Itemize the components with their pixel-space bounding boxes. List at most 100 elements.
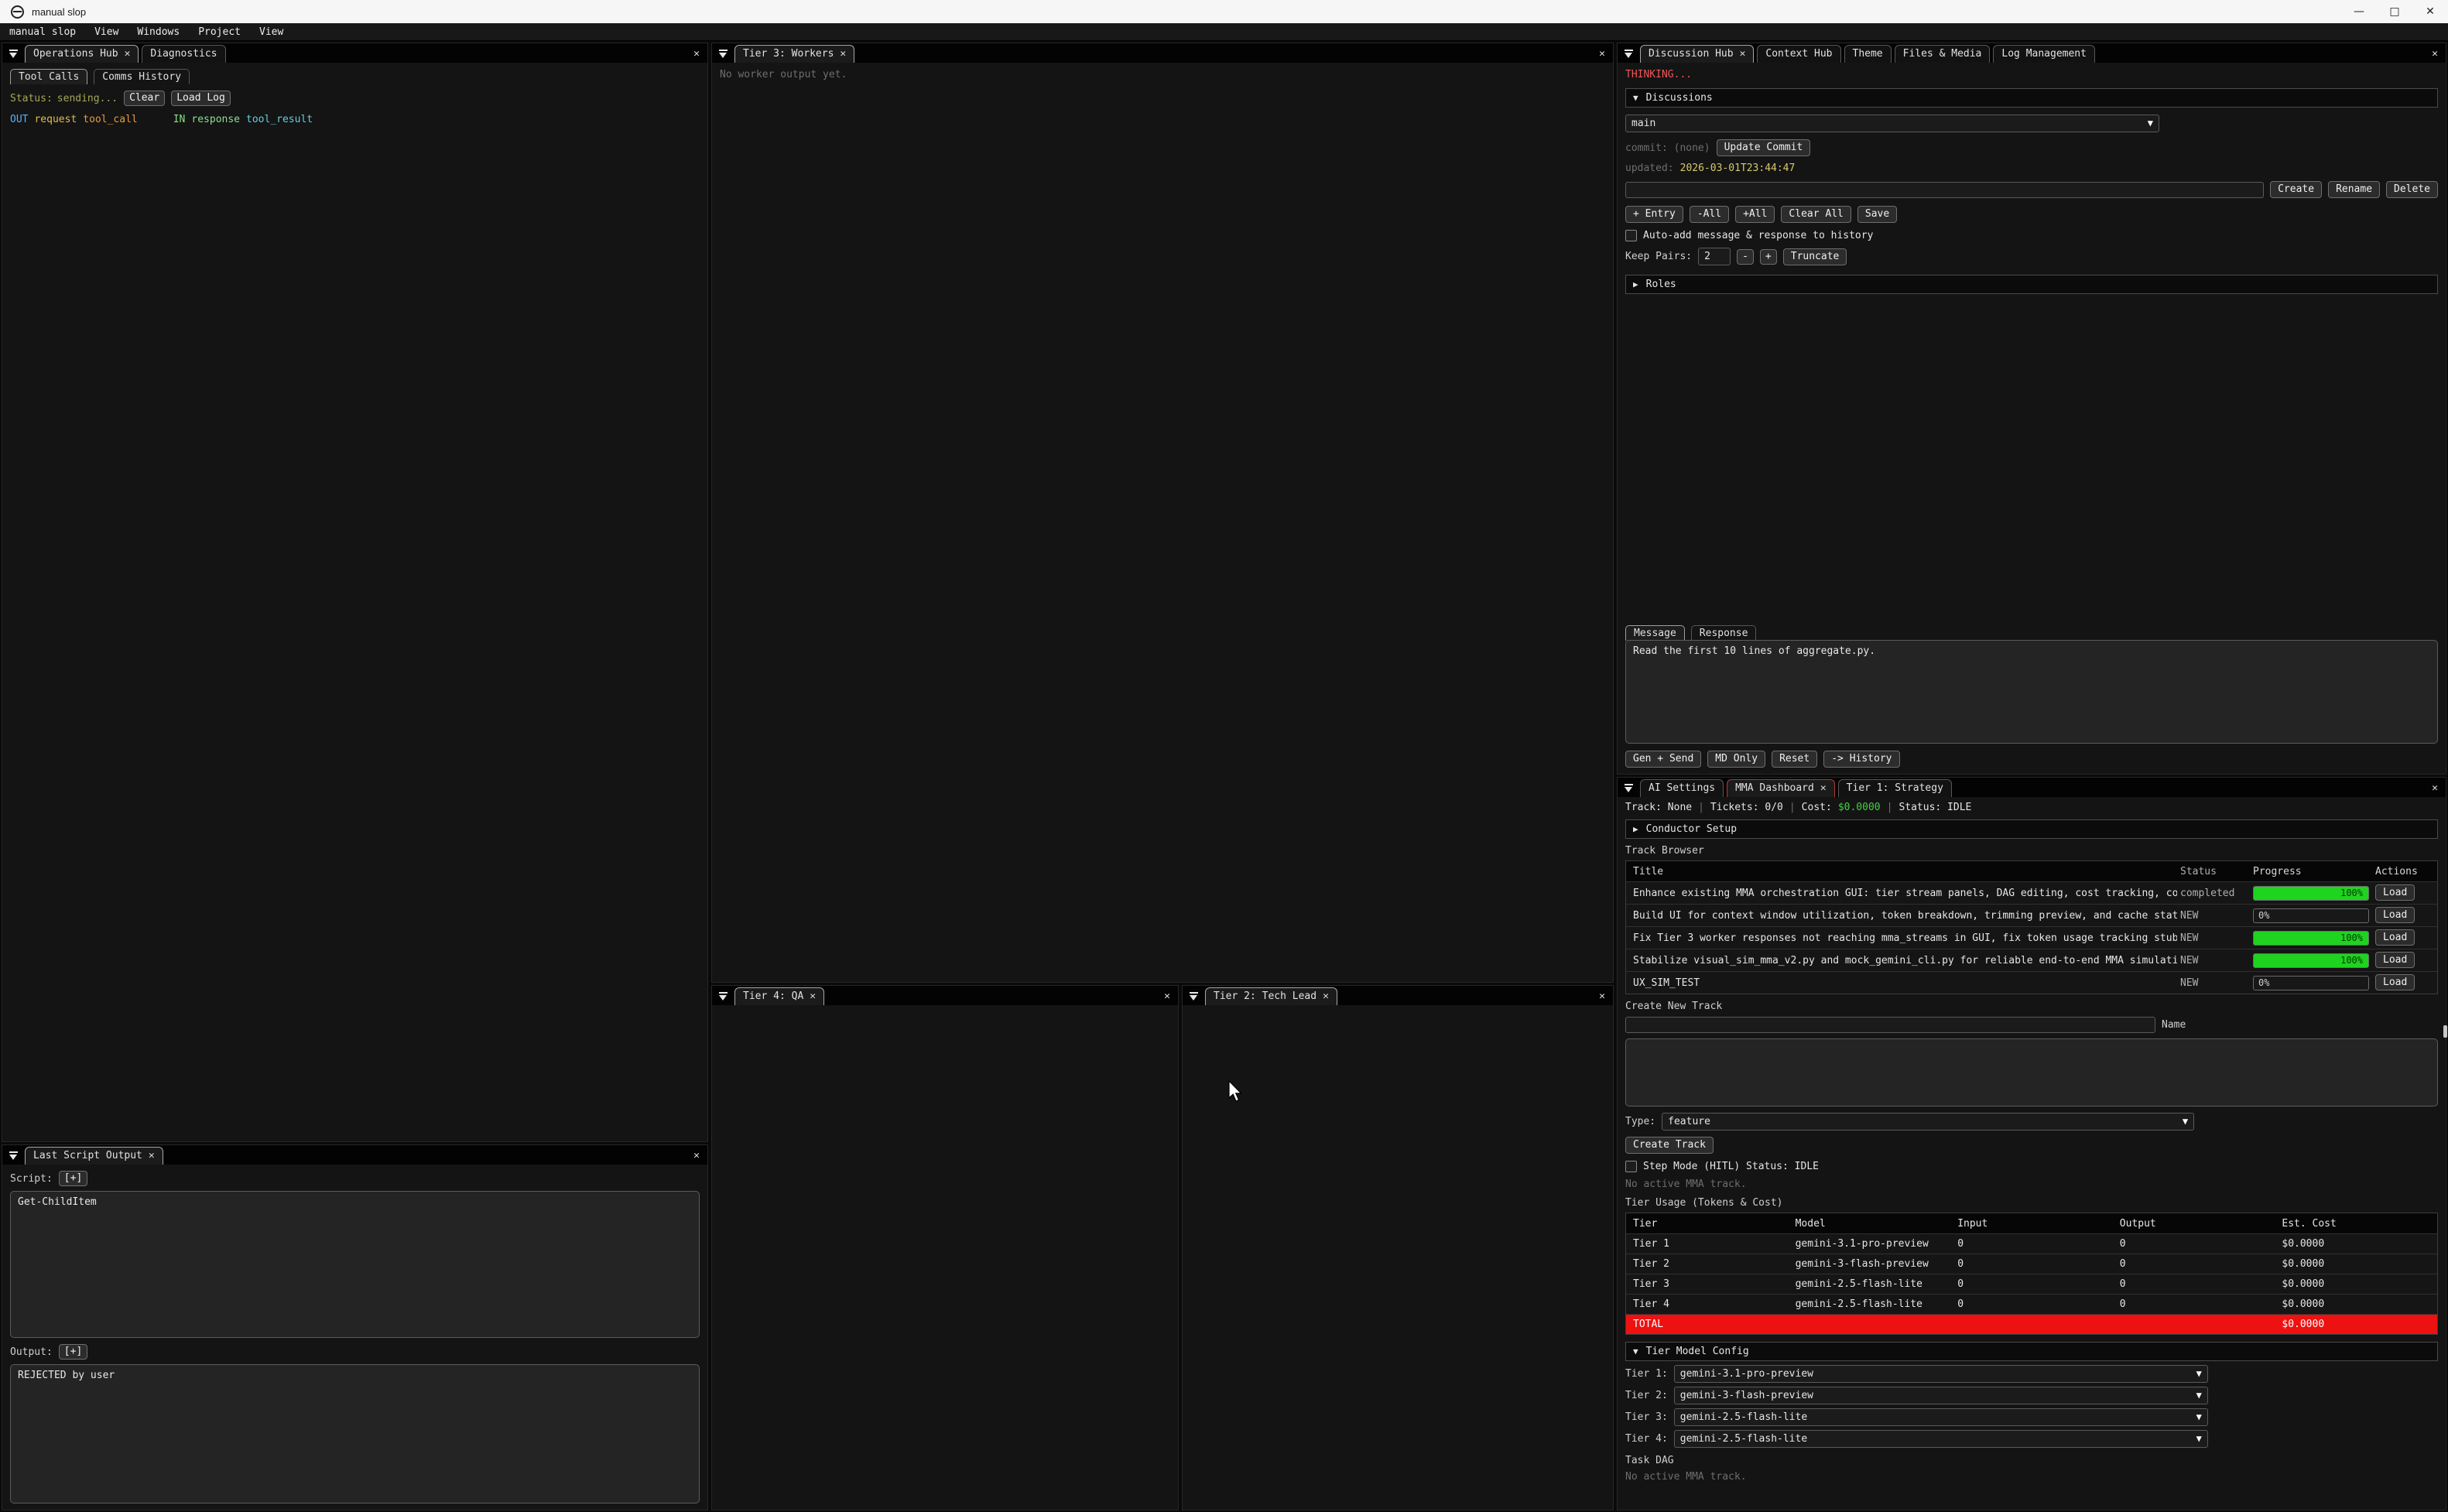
tier3-model-select[interactable]: gemini-2.5-flash-lite ▼ bbox=[1674, 1408, 2208, 1426]
table-row[interactable]: Stabilize visual_sim_mma_v2.py and mock_… bbox=[1626, 949, 2437, 971]
discussion-select[interactable]: main ▼ bbox=[1625, 115, 2159, 132]
tool-call-log-row[interactable]: OUT request tool_call IN response tool_r… bbox=[10, 114, 700, 125]
panel-close-icon[interactable]: ✕ bbox=[1161, 990, 1173, 1002]
table-row[interactable]: Build UI for context window utilization,… bbox=[1626, 904, 2437, 926]
reset-button[interactable]: Reset bbox=[1772, 751, 1817, 768]
tier2-model-select[interactable]: gemini-3-flash-preview ▼ bbox=[1674, 1387, 2208, 1404]
tab-response[interactable]: Response bbox=[1691, 625, 1757, 641]
dock-menu-icon[interactable] bbox=[9, 1151, 19, 1161]
expand-all-button[interactable]: +All bbox=[1735, 206, 1775, 223]
close-tab-icon[interactable]: ✕ bbox=[1820, 782, 1827, 794]
load-button[interactable]: Load bbox=[2375, 974, 2415, 990]
scrollbar-thumb[interactable] bbox=[2443, 1025, 2447, 1038]
track-type-select[interactable]: feature ▼ bbox=[1662, 1113, 2194, 1131]
keep-pairs-input[interactable]: 2 bbox=[1698, 248, 1731, 265]
close-tab-icon[interactable]: ✕ bbox=[1323, 990, 1329, 1002]
tab-mma-dashboard[interactable]: MMA Dashboard ✕ bbox=[1727, 779, 1835, 797]
tab-tier2-tech-lead[interactable]: Tier 2: Tech Lead ✕ bbox=[1205, 987, 1337, 1005]
dropdown-icon: ▼ bbox=[2196, 1411, 2202, 1424]
dock-menu-icon[interactable] bbox=[718, 992, 728, 1002]
keep-pairs-plus-button[interactable]: + bbox=[1760, 249, 1777, 265]
dock-menu-icon[interactable] bbox=[718, 50, 728, 60]
dock-menu-icon[interactable] bbox=[1189, 992, 1199, 1002]
close-button[interactable]: ✕ bbox=[2412, 0, 2448, 23]
tab-last-script-output[interactable]: Last Script Output ✕ bbox=[25, 1147, 163, 1165]
tier1-model-select[interactable]: gemini-3.1-pro-preview ▼ bbox=[1674, 1365, 2208, 1383]
panel-close-icon[interactable]: ✕ bbox=[690, 48, 703, 60]
script-expand-button[interactable]: [+] bbox=[59, 1171, 87, 1186]
tab-comms-history[interactable]: Comms History bbox=[94, 69, 190, 84]
menu-project[interactable]: Project bbox=[198, 26, 241, 38]
tier-model-config-header[interactable]: ▼ Tier Model Config bbox=[1625, 1342, 2438, 1361]
table-row[interactable]: UX_SIM_TEST NEW 0% Load bbox=[1626, 971, 2437, 994]
script-textarea[interactable]: Get-ChildItem bbox=[10, 1191, 700, 1338]
create-button[interactable]: Create bbox=[2270, 181, 2322, 198]
panel-close-icon[interactable]: ✕ bbox=[690, 1150, 703, 1161]
minimize-button[interactable]: — bbox=[2341, 0, 2377, 23]
delete-button[interactable]: Delete bbox=[2386, 181, 2438, 198]
clear-all-button[interactable]: Clear All bbox=[1781, 206, 1851, 223]
load-log-button[interactable]: Load Log bbox=[171, 91, 231, 106]
tab-diagnostics[interactable]: Diagnostics bbox=[142, 45, 225, 63]
load-button[interactable]: Load bbox=[2375, 907, 2415, 923]
tab-operations-hub[interactable]: Operations Hub ✕ bbox=[25, 45, 139, 63]
roles-section-header[interactable]: ▶ Roles bbox=[1625, 275, 2438, 294]
output-expand-button[interactable]: [+] bbox=[59, 1344, 87, 1360]
track-description-textarea[interactable] bbox=[1625, 1038, 2438, 1107]
gen-send-button[interactable]: Gen + Send bbox=[1625, 751, 1701, 768]
load-button[interactable]: Load bbox=[2375, 929, 2415, 946]
menu-view-2[interactable]: View bbox=[259, 26, 283, 38]
tab-tier1-strategy[interactable]: Tier 1: Strategy bbox=[1838, 779, 1952, 797]
menu-app[interactable]: manual slop bbox=[9, 26, 76, 38]
panel-close-icon[interactable]: ✕ bbox=[1596, 48, 1608, 60]
dock-menu-icon[interactable] bbox=[1624, 784, 1634, 794]
tab-tier4-qa[interactable]: Tier 4: QA ✕ bbox=[734, 987, 824, 1005]
load-button[interactable]: Load bbox=[2375, 884, 2415, 901]
output-textarea[interactable]: REJECTED by user bbox=[10, 1364, 700, 1503]
rename-button[interactable]: Rename bbox=[2328, 181, 2380, 198]
dock-menu-icon[interactable] bbox=[1624, 50, 1634, 60]
tab-files-media[interactable]: Files & Media bbox=[1895, 45, 1991, 63]
dock-menu-icon[interactable] bbox=[9, 50, 19, 60]
step-mode-checkbox[interactable] bbox=[1625, 1161, 1637, 1172]
discussions-section-header[interactable]: ▼ Discussions bbox=[1625, 88, 2438, 108]
conductor-setup-header[interactable]: ▶ Conductor Setup bbox=[1625, 819, 2438, 839]
track-name-input[interactable] bbox=[1625, 1017, 2155, 1033]
tab-tier3-workers[interactable]: Tier 3: Workers ✕ bbox=[734, 45, 854, 63]
panel-close-icon[interactable]: ✕ bbox=[2429, 782, 2441, 794]
tab-tool-calls[interactable]: Tool Calls bbox=[10, 69, 87, 84]
close-tab-icon[interactable]: ✕ bbox=[840, 48, 846, 60]
create-track-button[interactable]: Create Track bbox=[1625, 1137, 1714, 1154]
tab-context-hub[interactable]: Context Hub bbox=[1757, 45, 1840, 63]
tab-theme[interactable]: Theme bbox=[1844, 45, 1892, 63]
table-row[interactable]: Fix Tier 3 worker responses not reaching… bbox=[1626, 926, 2437, 949]
clear-button[interactable]: Clear bbox=[124, 91, 165, 106]
load-button[interactable]: Load bbox=[2375, 952, 2415, 968]
save-button[interactable]: Save bbox=[1857, 206, 1897, 223]
menu-view[interactable]: View bbox=[94, 26, 118, 38]
auto-add-checkbox[interactable] bbox=[1625, 230, 1637, 241]
table-row[interactable]: Enhance existing MMA orchestration GUI: … bbox=[1626, 881, 2437, 904]
md-only-button[interactable]: MD Only bbox=[1707, 751, 1765, 768]
tab-discussion-hub[interactable]: Discussion Hub ✕ bbox=[1640, 45, 1754, 63]
tab-ai-settings[interactable]: AI Settings bbox=[1640, 779, 1724, 797]
add-entry-button[interactable]: + Entry bbox=[1625, 206, 1683, 223]
update-commit-button[interactable]: Update Commit bbox=[1717, 139, 1811, 156]
collapse-all-button[interactable]: -All bbox=[1690, 206, 1729, 223]
panel-close-icon[interactable]: ✕ bbox=[2429, 48, 2441, 60]
message-textarea[interactable]: Read the first 10 lines of aggregate.py. bbox=[1625, 640, 2438, 744]
truncate-button[interactable]: Truncate bbox=[1783, 248, 1847, 265]
tab-log-management[interactable]: Log Management bbox=[1993, 45, 2095, 63]
tab-message[interactable]: Message bbox=[1625, 625, 1685, 641]
discussion-name-input[interactable] bbox=[1625, 182, 2264, 198]
close-tab-icon[interactable]: ✕ bbox=[149, 1150, 155, 1161]
maximize-button[interactable]: □ bbox=[2377, 0, 2412, 23]
tier4-model-select[interactable]: gemini-2.5-flash-lite ▼ bbox=[1674, 1430, 2208, 1448]
menu-windows[interactable]: Windows bbox=[137, 26, 180, 38]
to-history-button[interactable]: -> History bbox=[1823, 751, 1899, 768]
close-tab-icon[interactable]: ✕ bbox=[1740, 48, 1746, 60]
close-tab-icon[interactable]: ✕ bbox=[810, 990, 816, 1002]
keep-pairs-minus-button[interactable]: - bbox=[1737, 249, 1754, 265]
panel-close-icon[interactable]: ✕ bbox=[1596, 990, 1608, 1002]
close-tab-icon[interactable]: ✕ bbox=[125, 48, 131, 60]
